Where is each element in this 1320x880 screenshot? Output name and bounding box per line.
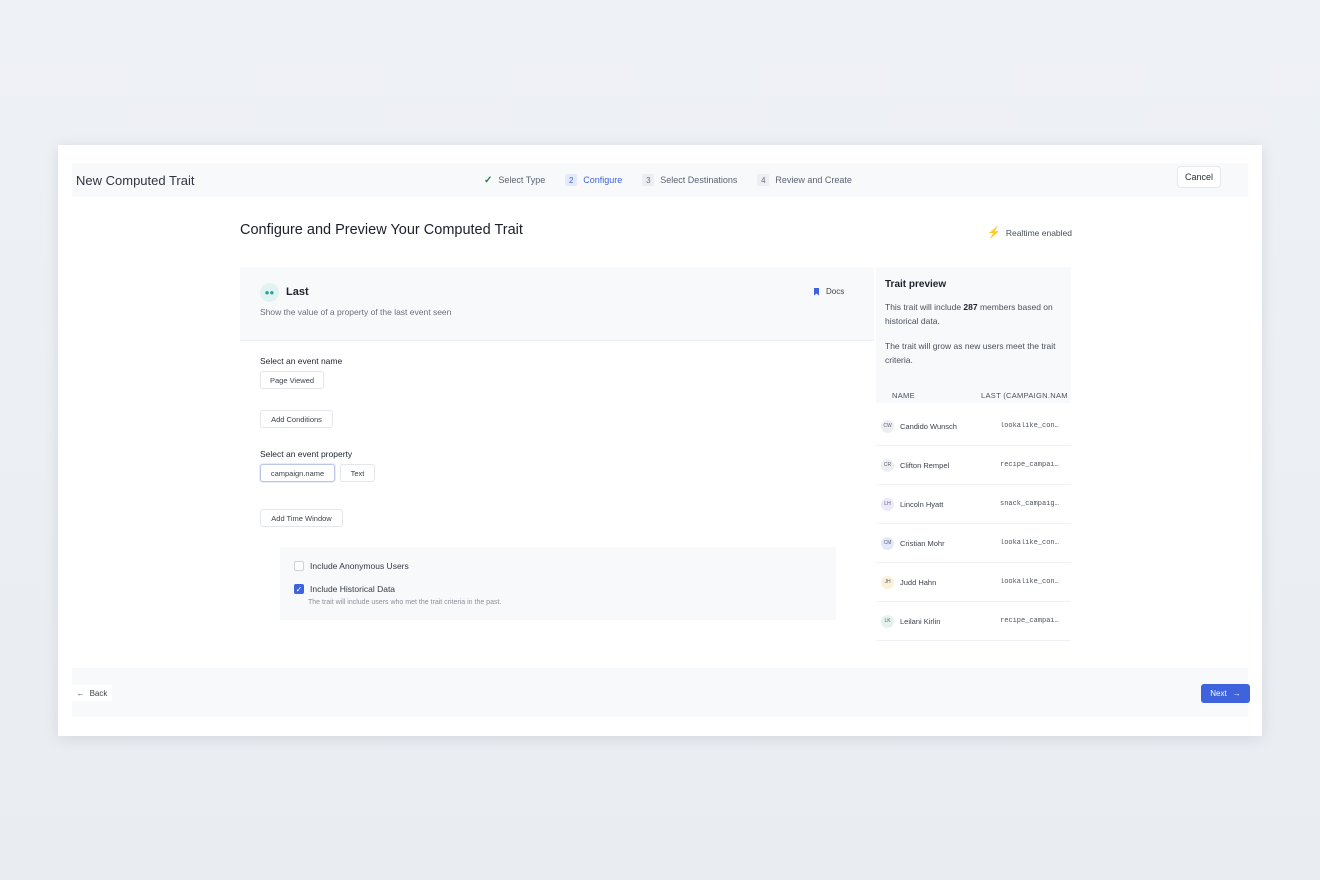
event-property-label: Select an event property [260, 449, 353, 459]
preview-growth-text: The trait will grow as new users meet th… [885, 341, 1056, 365]
step-select-destinations[interactable]: 3 Select Destinations [642, 174, 737, 186]
column-header-value: LAST (CAMPAIGN.NAM [981, 391, 1068, 400]
user-name: Candido Wunsch [900, 421, 957, 431]
docs-link[interactable]: Docs [814, 287, 844, 296]
table-row[interactable]: CR Clifton Rempel recipe_campai… [876, 446, 1071, 485]
user-name: Judd Hahn [900, 577, 937, 587]
trait-value: snack_campaig… [1000, 500, 1059, 508]
include-historical-label: Include Historical Data [310, 584, 396, 594]
table-row[interactable]: JH Judd Hahn lookalike_con… [876, 563, 1071, 602]
wizard-header: New Computed Trait ✓ Select Type 2 Confi… [72, 163, 1248, 197]
avatar: JH [881, 575, 894, 589]
step-number: 3 [642, 174, 655, 186]
step-number: 2 [565, 174, 578, 186]
trait-preview-panel: Trait preview This trait will include 28… [876, 267, 1071, 641]
add-conditions-button[interactable]: Add Conditions [260, 410, 333, 428]
preview-member-text: This trait will include 287 members base… [885, 300, 1065, 328]
step-number: 4 [757, 174, 770, 186]
avatar: CR [881, 458, 894, 472]
cancel-button[interactable]: Cancel [1177, 166, 1221, 188]
last-event-icon: ●● [260, 283, 279, 302]
add-time-window-button[interactable]: Add Time Window [260, 509, 343, 527]
checkmark-icon: ✓ [484, 174, 493, 186]
step-review-and-create[interactable]: 4 Review and Create [757, 174, 852, 186]
step-configure[interactable]: 2 Configure [565, 174, 622, 186]
trait-value: lookalike_con… [1000, 539, 1059, 547]
user-name: Lincoln Hyatt [900, 499, 944, 509]
avatar: CW [881, 419, 894, 433]
event-name-label: Select an event name [260, 356, 343, 366]
step-label: Select Destinations [660, 175, 738, 185]
trait-type-header: ●● Last Show the value of a property of … [240, 267, 874, 341]
column-header-name: NAME [892, 391, 915, 400]
next-label: Next [1210, 689, 1227, 698]
arrow-left-icon: ← [76, 688, 85, 698]
trait-options-panel: Include Anonymous Users ✓ Include Histor… [280, 547, 836, 620]
realtime-label: Realtime enabled [1005, 227, 1072, 238]
page-title: Configure and Preview Your Computed Trai… [240, 222, 523, 238]
member-count: 287 [963, 302, 978, 312]
table-row[interactable]: LH Lincoln Hyatt snack_campaig… [876, 485, 1071, 524]
trait-value: lookalike_con… [1000, 422, 1059, 430]
property-type-select[interactable]: Text [340, 464, 375, 482]
include-historical-option[interactable]: ✓ Include Historical Data [294, 584, 395, 594]
app-title: New Computed Trait [76, 172, 195, 188]
preview-title: Trait preview [885, 279, 947, 290]
step-label: Configure [583, 175, 623, 185]
user-name: Leilani Kirlin [900, 616, 941, 626]
arrow-right-icon: → [1232, 689, 1241, 698]
realtime-indicator: ⚡ Realtime enabled [987, 226, 1072, 239]
bookmark-icon [814, 287, 819, 296]
computed-trait-modal: New Computed Trait ✓ Select Type 2 Confi… [58, 145, 1262, 736]
trait-value: lookalike_con… [1000, 578, 1059, 586]
user-name: Clifton Rempel [900, 460, 950, 470]
table-row[interactable]: LK Leilani Kirlin recipe_campai… [876, 602, 1071, 641]
trait-type-title: Last [286, 286, 309, 298]
trait-config-card: ●● Last Show the value of a property of … [240, 267, 874, 621]
avatar: CM [881, 536, 894, 550]
trait-value: recipe_campai… [1000, 461, 1059, 469]
include-historical-checkbox[interactable]: ✓ [294, 584, 304, 594]
include-anonymous-option[interactable]: Include Anonymous Users [294, 561, 409, 571]
avatar: LH [881, 497, 894, 511]
lightning-icon: ⚡ [987, 227, 1001, 239]
trait-value: recipe_campai… [1000, 617, 1059, 625]
include-historical-help: The trait will include users who met the… [308, 599, 502, 606]
preview-summary: Trait preview This trait will include 28… [876, 267, 1071, 387]
table-row[interactable]: CM Cristian Mohr lookalike_con… [876, 524, 1071, 563]
docs-label: Docs [826, 287, 845, 296]
next-button[interactable]: Next → [1201, 684, 1250, 703]
user-name: Cristian Mohr [900, 538, 945, 548]
include-anonymous-checkbox[interactable] [294, 561, 304, 571]
step-label: Select Type [498, 175, 546, 185]
avatar: LK [881, 614, 894, 628]
wizard-steps: ✓ Select Type 2 Configure 3 Select Desti… [484, 163, 852, 197]
preview-text-prefix: This trait will include [885, 302, 964, 312]
event-name-select[interactable]: Page Viewed [260, 371, 324, 389]
step-select-type[interactable]: ✓ Select Type [484, 175, 545, 186]
table-row[interactable]: CW Candido Wunsch lookalike_con… [876, 407, 1071, 446]
back-button[interactable]: ← Back [72, 685, 112, 701]
step-label: Review and Create [775, 175, 852, 185]
wizard-footer: ← Back Next → [72, 668, 1250, 717]
back-label: Back [89, 688, 108, 698]
trait-type-description: Show the value of a property of the last… [260, 307, 452, 317]
event-property-select[interactable]: campaign.name [260, 464, 335, 482]
include-anonymous-label: Include Anonymous Users [310, 561, 409, 571]
